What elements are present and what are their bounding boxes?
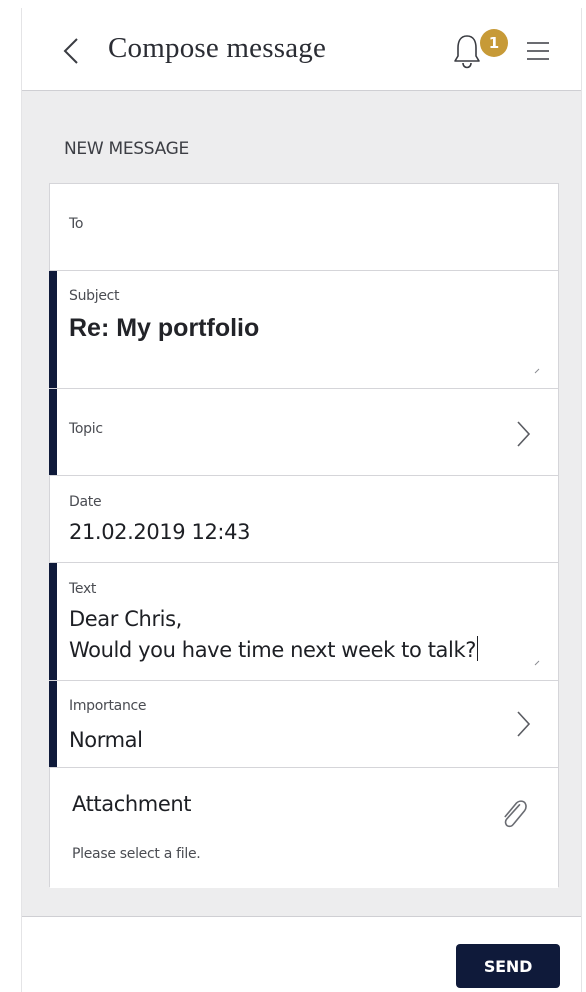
- text-line-2-content: Would you have time next week to talk?: [69, 638, 476, 662]
- date-label: Date: [69, 494, 102, 510]
- app-header: Compose message 1: [22, 8, 581, 91]
- importance-label: Importance: [69, 698, 147, 714]
- topic-field[interactable]: Topic: [49, 389, 558, 476]
- attachment-label: Attachment: [72, 792, 192, 816]
- page-title: Compose message: [108, 32, 327, 64]
- resize-handle-icon: [534, 660, 540, 666]
- to-label: To: [69, 216, 84, 232]
- date-value: 21.02.2019 12:43: [69, 520, 251, 544]
- topic-label: Topic: [69, 421, 103, 437]
- notification-badge: 1: [480, 29, 508, 57]
- phone-screen: Compose message 1 NEW MESSAGE To Subject…: [21, 8, 582, 992]
- menu-button[interactable]: [526, 40, 550, 62]
- text-field[interactable]: Text Dear Chris, Would you have time nex…: [49, 563, 558, 681]
- subject-label: Subject: [69, 288, 120, 304]
- footer-bar: SEND: [22, 916, 581, 992]
- chevron-right-icon: [517, 711, 531, 737]
- to-field[interactable]: To: [50, 184, 558, 271]
- subject-field[interactable]: Subject Re: My portfolio: [49, 271, 558, 389]
- text-line-2: Would you have time next week to talk?: [69, 636, 479, 664]
- message-form: To Subject Re: My portfolio Topic Date 2…: [49, 183, 559, 888]
- attachment-hint: Please select a file.: [72, 846, 201, 862]
- send-button[interactable]: SEND: [456, 944, 560, 988]
- subject-value: Re: My portfolio: [69, 314, 260, 342]
- resize-handle-icon: [534, 368, 540, 374]
- attachment-field[interactable]: Attachment Please select a file.: [50, 768, 558, 888]
- attach-file-button[interactable]: [500, 796, 528, 830]
- paperclip-icon: [504, 800, 527, 828]
- chevron-left-icon: [63, 38, 78, 64]
- text-label: Text: [69, 581, 97, 597]
- text-line-1: Dear Chris,: [69, 607, 182, 631]
- chevron-right-icon: [517, 421, 531, 447]
- text-cursor: [476, 636, 479, 661]
- notifications-button[interactable]: [452, 32, 482, 70]
- hamburger-menu-icon: [527, 42, 549, 60]
- back-button[interactable]: [60, 34, 84, 68]
- section-title: NEW MESSAGE: [64, 139, 189, 159]
- bell-icon: [454, 35, 480, 69]
- importance-field[interactable]: Importance Normal: [49, 681, 558, 768]
- date-field[interactable]: Date 21.02.2019 12:43: [50, 476, 558, 563]
- importance-value: Normal: [69, 728, 143, 752]
